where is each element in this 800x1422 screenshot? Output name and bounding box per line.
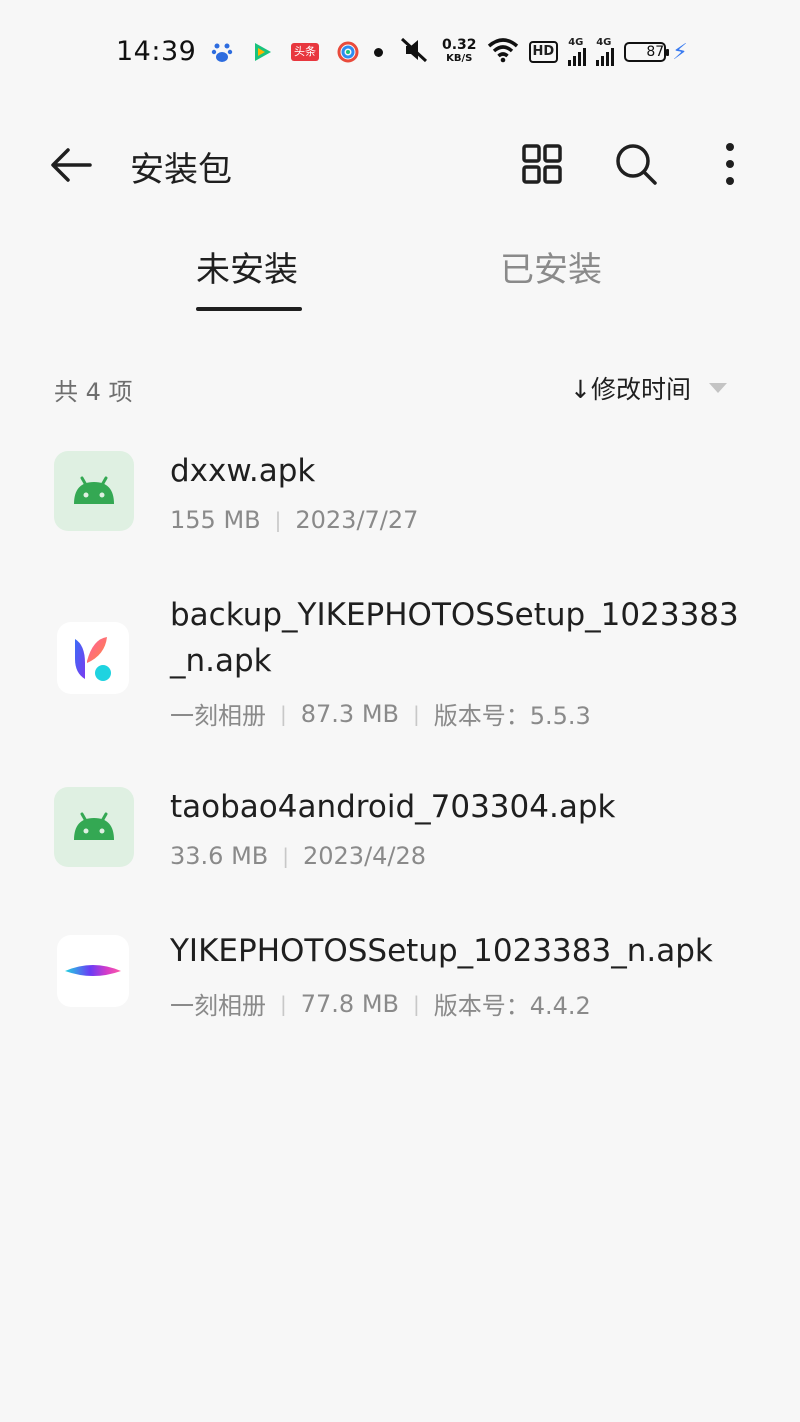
file-version: 版本号：4.4.2 bbox=[433, 992, 591, 1020]
file-size: 87.3 MB bbox=[300, 699, 399, 728]
tab-uninstalled[interactable]: 未安装 bbox=[196, 242, 298, 291]
file-name: dxxw.apk bbox=[170, 453, 316, 489]
android-icon bbox=[54, 451, 134, 531]
item-count: 共 4 项 bbox=[54, 378, 133, 406]
sort-label: ↓修改时间 bbox=[570, 375, 691, 404]
system-icons: 0.32 KB/S HD 4G 4G 87 ⚡ bbox=[398, 36, 688, 68]
signal-1: 4G bbox=[568, 38, 587, 66]
search-button[interactable] bbox=[612, 140, 660, 188]
notification-dot bbox=[374, 48, 383, 57]
list-item[interactable]: backup_YIKEPHOTOSSetup_1023383 _n.apk 一刻… bbox=[0, 592, 800, 732]
battery-icon: 87 bbox=[624, 42, 670, 62]
file-size: 155 MB bbox=[170, 506, 261, 534]
mute-icon bbox=[398, 36, 432, 68]
file-size: 77.8 MB bbox=[300, 989, 399, 1018]
grid-view-button[interactable] bbox=[518, 140, 566, 188]
tab-bar: 未安装 已安装 bbox=[0, 232, 800, 312]
yike-logo-icon bbox=[57, 622, 129, 694]
video-icon bbox=[250, 40, 274, 64]
grid-view-icon bbox=[522, 144, 562, 184]
charging-icon: ⚡ bbox=[672, 39, 688, 65]
net-speed: 0.32 KB/S bbox=[442, 37, 477, 64]
wifi-icon bbox=[487, 37, 519, 67]
list-item[interactable]: dxxw.apk 155 MB | 2023/7/27 bbox=[0, 450, 800, 550]
more-vert-icon bbox=[726, 143, 734, 185]
file-version: 版本号：5.5.3 bbox=[433, 702, 591, 730]
list-item[interactable]: taobao4android_703304.apk 33.6 MB | 2023… bbox=[0, 786, 800, 886]
list-item[interactable]: YIKEPHOTOSSetup_1023383_n.apk 一刻相册 | 77.… bbox=[0, 930, 800, 1030]
more-options-button[interactable] bbox=[706, 140, 754, 188]
app-name: 一刻相册 bbox=[170, 992, 266, 1020]
back-button[interactable] bbox=[46, 140, 96, 190]
camera-app-icon bbox=[336, 40, 360, 64]
list-header: 共 4 项 ↓修改时间 bbox=[0, 360, 800, 410]
signal-bars-icon bbox=[568, 48, 587, 66]
app-bar: 安装包 bbox=[0, 120, 800, 210]
file-name: taobao4android_703304.apk bbox=[170, 789, 616, 825]
baidu-icon bbox=[210, 40, 234, 64]
status-bar: 14:39 头条 0.32 KB/S HD 4G 4G 87 ⚡ bbox=[0, 0, 800, 108]
file-size: 33.6 MB bbox=[170, 842, 269, 870]
signal-bars-icon bbox=[596, 48, 615, 66]
file-name: backup_YIKEPHOTOSSetup_1023383 _n.apk bbox=[170, 597, 739, 679]
toutiao-icon: 头条 bbox=[290, 40, 320, 64]
file-meta: 一刻相册 | 77.8 MB | 版本号：4.4.2 bbox=[170, 986, 591, 1021]
page-title: 安装包 bbox=[130, 150, 232, 190]
file-date: 2023/7/27 bbox=[295, 506, 419, 534]
file-meta: 155 MB | 2023/7/27 bbox=[170, 506, 419, 534]
sort-button[interactable]: ↓修改时间 bbox=[570, 370, 727, 406]
search-icon bbox=[616, 144, 657, 185]
tab-indicator bbox=[196, 307, 302, 311]
file-meta: 33.6 MB | 2023/4/28 bbox=[170, 842, 427, 870]
signal-2: 4G bbox=[596, 38, 615, 66]
page: 14:39 头条 0.32 KB/S HD 4G 4G 87 ⚡ 安装包 未安装… bbox=[0, 0, 800, 1422]
back-arrow-icon bbox=[51, 148, 92, 182]
tab-installed[interactable]: 已安装 bbox=[500, 242, 602, 291]
file-name: YIKEPHOTOSSetup_1023383_n.apk bbox=[170, 933, 713, 969]
android-icon bbox=[54, 787, 134, 867]
app-name: 一刻相册 bbox=[170, 702, 266, 730]
caret-down-icon bbox=[708, 383, 727, 393]
hd-badge: HD bbox=[528, 41, 559, 63]
yike-leaf-icon bbox=[57, 935, 129, 1007]
file-date: 2023/4/28 bbox=[303, 842, 427, 870]
status-time: 14:39 bbox=[116, 36, 197, 67]
notification-icons: 头条 bbox=[210, 40, 360, 64]
file-meta: 一刻相册 | 87.3 MB | 版本号：5.5.3 bbox=[170, 696, 591, 731]
